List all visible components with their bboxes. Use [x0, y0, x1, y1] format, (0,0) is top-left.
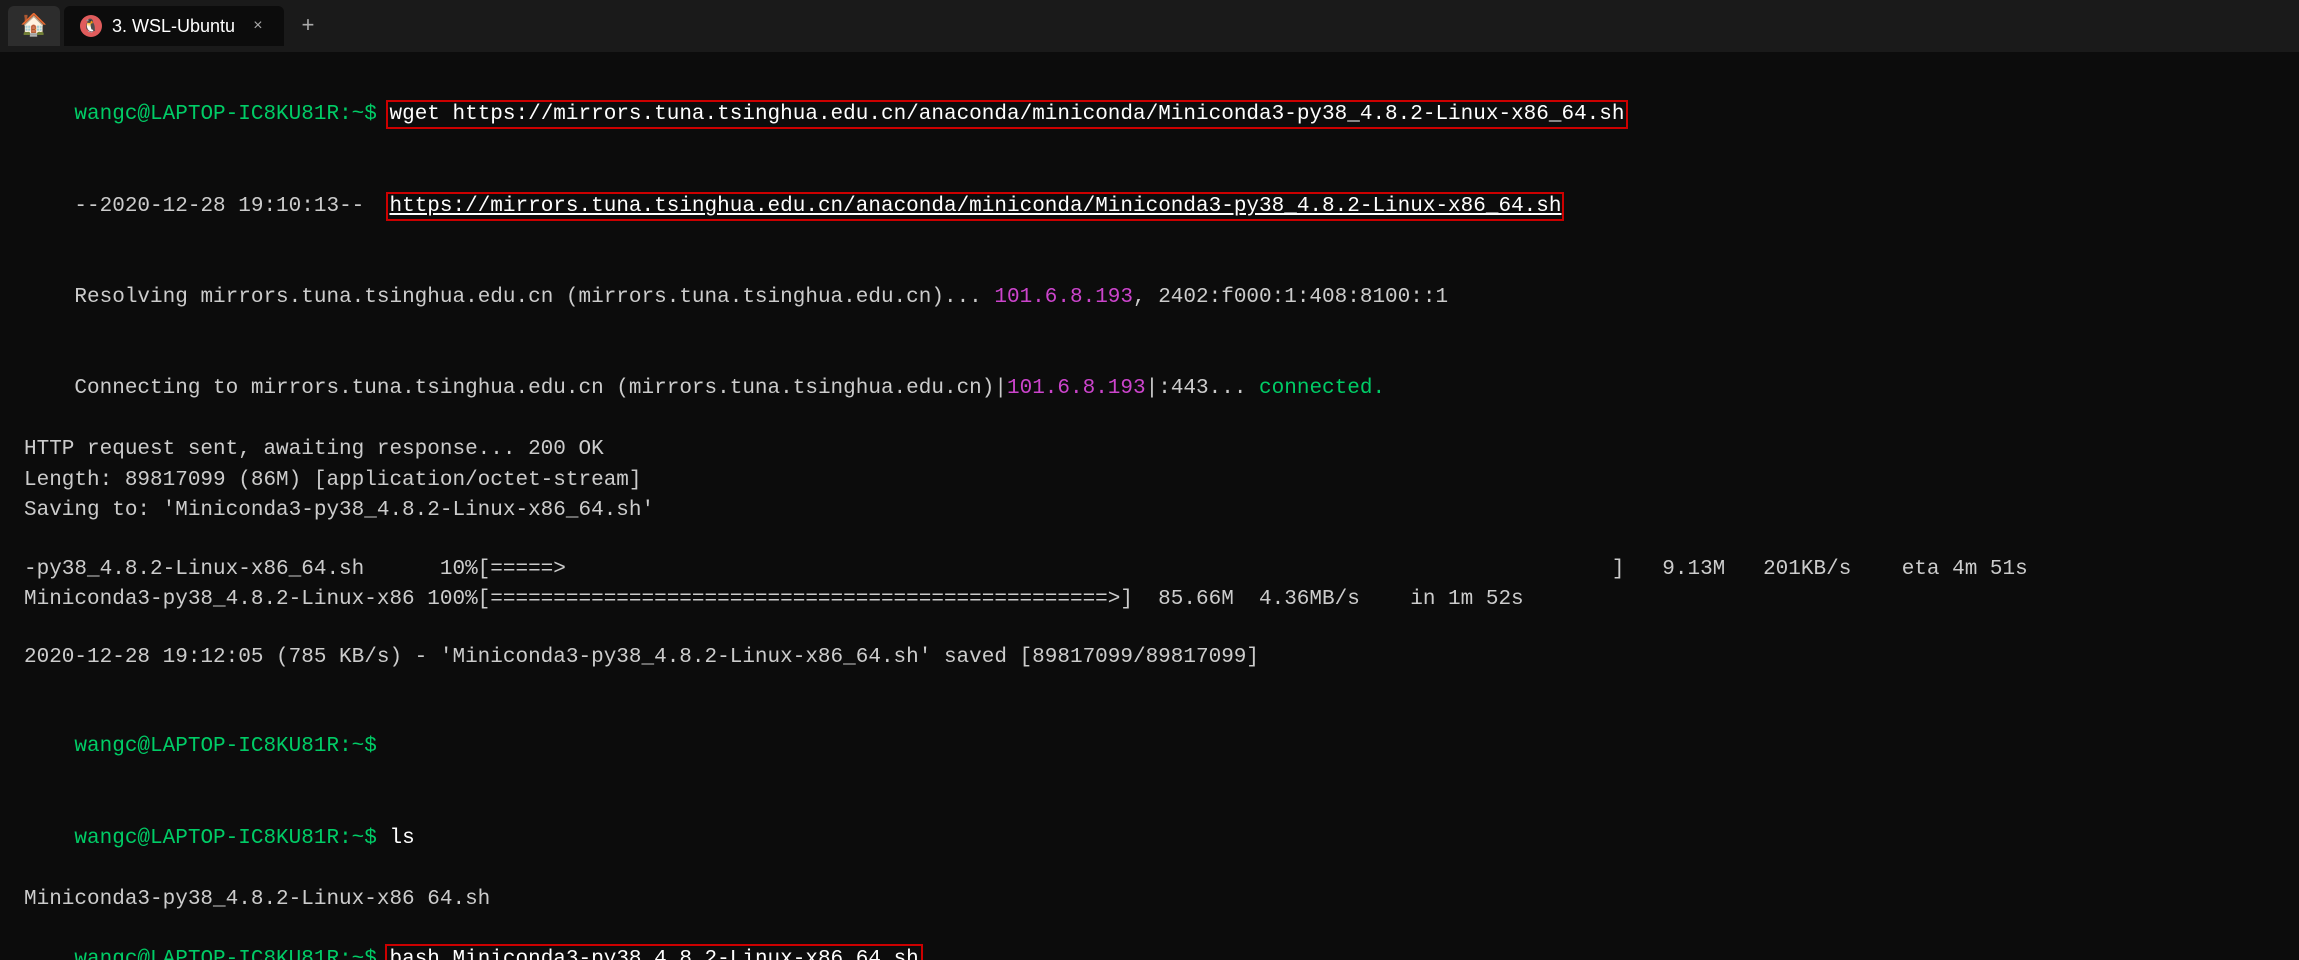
- terminal-line: Miniconda3-py38_4.8.2-Linux-x86 100%[===…: [24, 585, 2275, 615]
- tab-close-button[interactable]: ×: [253, 17, 263, 35]
- terminal[interactable]: wangc@LAPTOP-IC8KU81R:~$ wget https://mi…: [0, 52, 2299, 960]
- terminal-line: Length: 89817099 (86M) [application/octe…: [24, 466, 2275, 496]
- terminal-line: Miniconda3-py38_4.8.2-Linux-x86 64.sh: [24, 885, 2275, 915]
- blank-line: [24, 527, 2275, 555]
- terminal-line: wangc@LAPTOP-IC8KU81R:~$ ls: [24, 793, 2275, 884]
- tab-label: 3. WSL-Ubuntu: [112, 16, 235, 37]
- wsl-icon: 🐧: [80, 15, 102, 37]
- terminal-line: wangc@LAPTOP-IC8KU81R:~$: [24, 702, 2275, 793]
- active-tab[interactable]: 🐧 3. WSL-Ubuntu ×: [64, 6, 284, 46]
- terminal-line: -py38_4.8.2-Linux-x86_64.sh 10%[=====> ]…: [24, 555, 2275, 585]
- new-tab-button[interactable]: +: [288, 6, 328, 46]
- blank-line: [24, 674, 2275, 702]
- terminal-line: Resolving mirrors.tuna.tsinghua.edu.cn (…: [24, 253, 2275, 344]
- home-icon: 🏠: [20, 13, 47, 39]
- terminal-line: Saving to: 'Miniconda3-py38_4.8.2-Linux-…: [24, 496, 2275, 526]
- terminal-line: --2020-12-28 19:10:13-- https://mirrors.…: [24, 161, 2275, 252]
- terminal-line: 2020-12-28 19:12:05 (785 KB/s) - 'Minico…: [24, 643, 2275, 673]
- terminal-line: wangc@LAPTOP-IC8KU81R:~$ bash Miniconda3…: [24, 915, 2275, 960]
- titlebar: 🏠 🐧 3. WSL-Ubuntu × +: [0, 0, 2299, 52]
- blank-line: [24, 615, 2275, 643]
- home-tab[interactable]: 🏠: [8, 6, 60, 46]
- terminal-line: HTTP request sent, awaiting response... …: [24, 435, 2275, 465]
- terminal-line: wangc@LAPTOP-IC8KU81R:~$ wget https://mi…: [24, 70, 2275, 161]
- terminal-line: Connecting to mirrors.tuna.tsinghua.edu.…: [24, 344, 2275, 435]
